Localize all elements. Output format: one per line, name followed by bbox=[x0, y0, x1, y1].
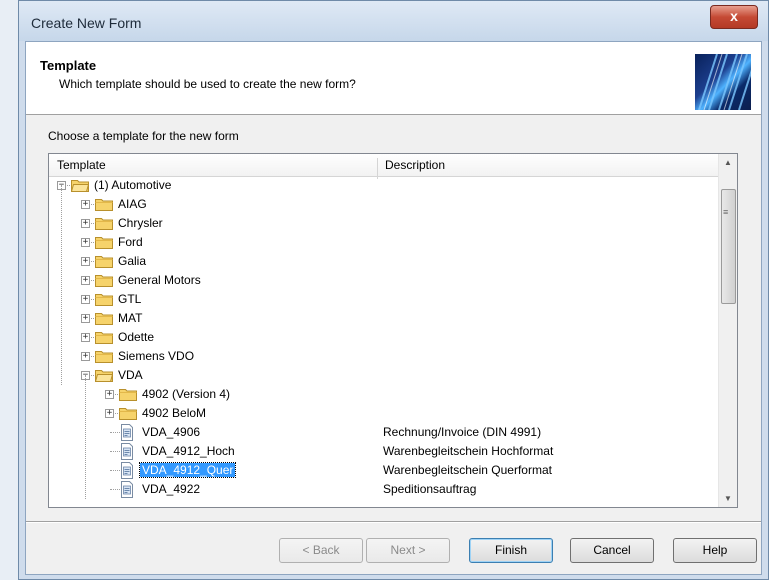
folder-icon bbox=[95, 293, 113, 306]
cancel-button[interactable]: Cancel bbox=[570, 538, 654, 563]
scroll-up-arrow-icon[interactable]: ▲ bbox=[719, 154, 737, 171]
tree-folder-row[interactable]: +4902 (Version 4) bbox=[49, 385, 720, 404]
tree-item-label[interactable]: Siemens VDO bbox=[116, 349, 196, 363]
wizard-graphic-icon bbox=[695, 54, 751, 110]
tree-item-label[interactable]: MAT bbox=[116, 311, 144, 325]
expand-toggle-icon[interactable]: + bbox=[105, 409, 114, 418]
tree-item-label[interactable]: VDA_4906 bbox=[140, 425, 202, 439]
help-button[interactable]: Help bbox=[673, 538, 757, 563]
title-bar[interactable]: Create New Form x bbox=[19, 1, 768, 41]
folder-icon bbox=[95, 331, 113, 344]
form-document-icon bbox=[119, 462, 135, 479]
expand-toggle-icon[interactable]: + bbox=[81, 257, 90, 266]
expand-toggle-icon[interactable]: + bbox=[81, 219, 90, 228]
expand-toggle-icon[interactable]: + bbox=[81, 238, 90, 247]
tree-folder-row[interactable]: + Odette bbox=[49, 328, 720, 347]
tree-item-description: Warenbegleitschein Hochformat bbox=[383, 444, 554, 458]
expand-toggle-icon[interactable]: + bbox=[81, 295, 90, 304]
scrollbar-grip-icon: ≡ bbox=[723, 207, 729, 217]
expand-toggle-icon[interactable]: + bbox=[81, 314, 90, 323]
page-subtitle: Which template should be used to create … bbox=[59, 77, 356, 91]
tree-guide-line bbox=[85, 375, 86, 499]
tree-item-description: Warenbegleitschein Querformat bbox=[383, 463, 552, 477]
tree-item-label[interactable]: VDA_4912_Hoch bbox=[140, 444, 237, 458]
expand-toggle-icon[interactable]: + bbox=[105, 390, 114, 399]
finish-button[interactable]: Finish bbox=[469, 538, 553, 563]
vertical-scrollbar[interactable]: ▲ ≡ ▼ bbox=[718, 154, 737, 507]
wizard-header: Template Which template should be used t… bbox=[26, 42, 761, 115]
choose-template-label: Choose a template for the new form bbox=[48, 129, 239, 143]
form-document-icon bbox=[119, 424, 135, 441]
expand-toggle-icon[interactable]: + bbox=[81, 352, 90, 361]
folder-icon bbox=[119, 388, 137, 401]
footer-divider bbox=[26, 521, 761, 523]
expand-toggle-icon[interactable]: + bbox=[81, 200, 90, 209]
tree-item-label[interactable]: GTL bbox=[116, 292, 143, 306]
tree-folder-row[interactable]: + AIAG bbox=[49, 195, 720, 214]
form-document-icon bbox=[119, 481, 135, 498]
folder-open-icon bbox=[70, 179, 90, 192]
folder-open-icon bbox=[94, 369, 114, 382]
tree-item-label[interactable]: VDA bbox=[116, 368, 145, 382]
scroll-down-arrow-icon[interactable]: ▼ bbox=[719, 490, 737, 507]
page-title: Template bbox=[40, 58, 97, 73]
tree-item-label[interactable]: 4902 BeloM bbox=[140, 406, 208, 420]
tree-item-description: Speditionsauftrag bbox=[383, 482, 477, 496]
create-new-form-dialog: Create New Form x Template Which templat… bbox=[18, 0, 769, 580]
tree-folder-row[interactable]: + Galia bbox=[49, 252, 720, 271]
expand-toggle-icon[interactable]: + bbox=[81, 333, 90, 342]
tree-folder-row[interactable]: +4902 BeloM bbox=[49, 404, 720, 423]
tree-item-label[interactable]: General Motors bbox=[116, 273, 203, 287]
tree-item-label[interactable]: Odette bbox=[116, 330, 156, 344]
folder-icon bbox=[95, 217, 113, 230]
tree-item-label[interactable]: Ford bbox=[116, 235, 145, 249]
tree-folder-row[interactable]: + Chrysler bbox=[49, 214, 720, 233]
tree-item-label[interactable]: 4902 (Version 4) bbox=[140, 387, 232, 401]
tree-folder-row[interactable]: + Siemens VDO bbox=[49, 347, 720, 366]
folder-icon bbox=[95, 236, 113, 249]
tree-folder-row[interactable]: + GTL bbox=[49, 290, 720, 309]
tree-item-description: Rechnung/Invoice (DIN 4991) bbox=[383, 425, 542, 439]
column-header-template[interactable]: Template bbox=[57, 158, 106, 172]
expand-toggle-icon[interactable]: + bbox=[81, 276, 90, 285]
template-tree[interactable]: Template Description − (1) Automotive + AIA… bbox=[48, 153, 738, 508]
next-button[interactable]: Next > bbox=[366, 538, 450, 563]
tree-item-label[interactable]: VDA_4912_Quer bbox=[138, 462, 237, 478]
tree-folder-row[interactable]: − VDA bbox=[49, 366, 720, 385]
tree-file-row[interactable]: VDA_4906 Rechnung/Invoice (DIN 4991) bbox=[49, 423, 720, 442]
folder-icon bbox=[95, 350, 113, 363]
tree-guide-line bbox=[61, 185, 62, 385]
tree-item-label[interactable]: Chrysler bbox=[116, 216, 165, 230]
tree-file-row[interactable]: VDA_4922 Speditionsauftrag bbox=[49, 480, 720, 499]
form-document-icon bbox=[119, 443, 135, 460]
folder-icon bbox=[95, 274, 113, 287]
tree-item-label[interactable]: (1) Automotive bbox=[92, 178, 173, 192]
tree-folder-row[interactable]: + MAT bbox=[49, 309, 720, 328]
dialog-body: Template Which template should be used t… bbox=[25, 41, 762, 575]
folder-icon bbox=[95, 255, 113, 268]
tree-folder-row[interactable]: + General Motors bbox=[49, 271, 720, 290]
column-header: Template Description bbox=[49, 154, 720, 179]
window-title: Create New Form bbox=[31, 15, 142, 31]
tree-item-label[interactable]: AIAG bbox=[116, 197, 149, 211]
tree-folder-row[interactable]: − (1) Automotive bbox=[49, 176, 720, 195]
folder-icon bbox=[95, 312, 113, 325]
tree-item-label[interactable]: Galia bbox=[116, 254, 148, 268]
folder-icon bbox=[119, 407, 137, 420]
tree-file-row[interactable]: VDA_4912_Quer Warenbegleitschein Querform… bbox=[49, 461, 720, 480]
tree-item-label[interactable]: VDA_4922 bbox=[140, 482, 202, 496]
folder-icon bbox=[95, 198, 113, 211]
tree-file-row[interactable]: VDA_4912_Hoch Warenbegleitschein Hochform… bbox=[49, 442, 720, 461]
back-button[interactable]: < Back bbox=[279, 538, 363, 563]
column-header-description[interactable]: Description bbox=[385, 158, 445, 172]
tree-folder-row[interactable]: + Ford bbox=[49, 233, 720, 252]
close-button[interactable]: x bbox=[710, 5, 758, 29]
